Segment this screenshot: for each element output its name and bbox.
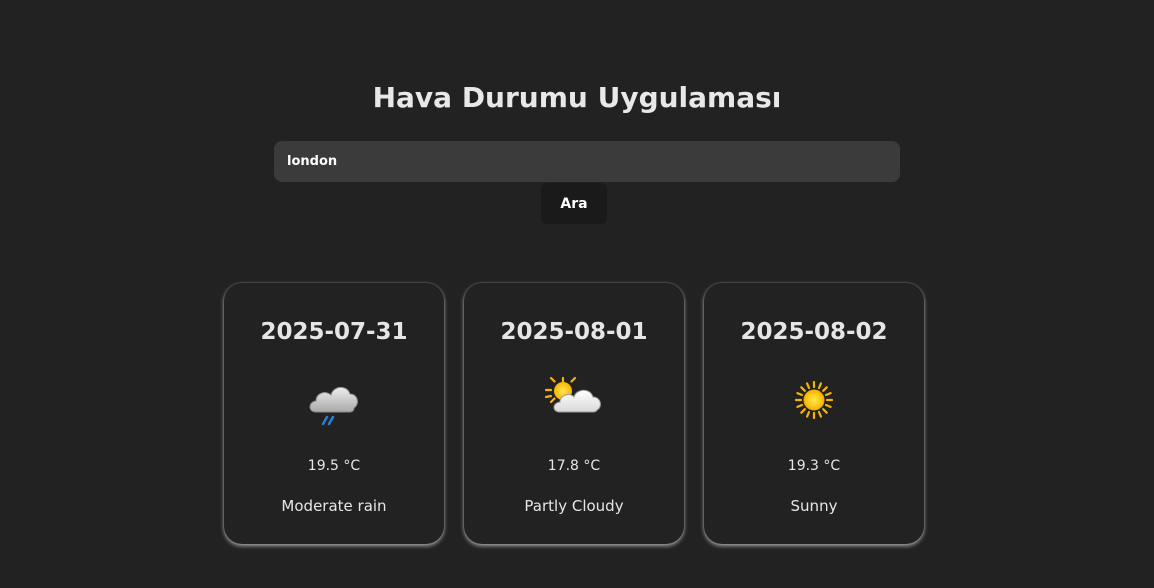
forecast-date: 2025-08-01	[500, 319, 648, 345]
search-button[interactable]: Ara	[541, 183, 607, 224]
forecast-temperature: 19.5 °C	[307, 458, 361, 474]
city-search-input[interactable]	[274, 141, 900, 182]
forecast-temperature: 19.3 °C	[787, 458, 841, 474]
page-title: Hava Durumu Uygulaması	[372, 81, 782, 114]
forecast-condition: Partly Cloudy	[524, 497, 624, 515]
forecast-date: 2025-07-31	[260, 319, 408, 345]
forecast-card: 2025-08-01 17.8 °C Partly Cloudy	[464, 283, 684, 544]
forecast-condition: Moderate rain	[281, 497, 387, 515]
forecast-temperature: 17.8 °C	[547, 458, 601, 474]
forecast-card: 2025-08-02 19.3 °C Sunny	[704, 283, 924, 544]
partly-cloudy-icon	[542, 374, 606, 430]
forecast-card: 2025-07-31 19.5 °C Moderate rain	[224, 283, 444, 544]
forecast-date: 2025-08-02	[740, 319, 888, 345]
rain-cloud-icon	[302, 374, 366, 430]
forecast-condition: Sunny	[790, 497, 838, 515]
sun-icon	[782, 374, 846, 430]
weather-app: Hava Durumu Uygulaması Ara 2025-07-31 19…	[0, 0, 1154, 588]
